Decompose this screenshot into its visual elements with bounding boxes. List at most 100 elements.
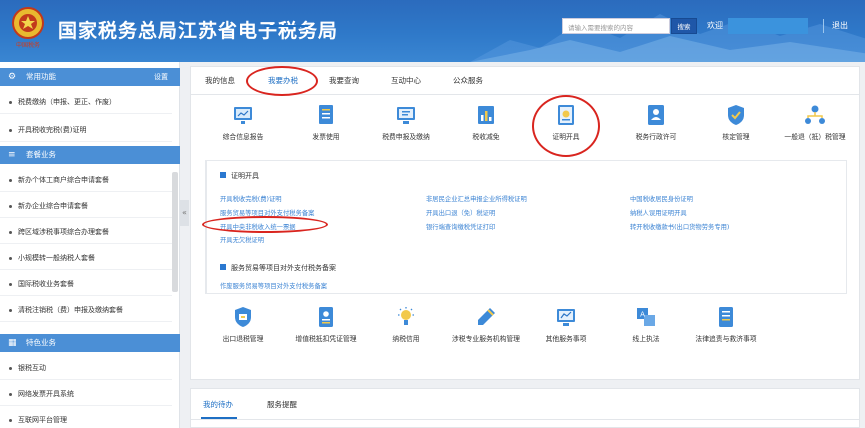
link-tax-certificate[interactable]: 开具税收完税(费)证明 bbox=[220, 194, 282, 203]
export-shield-icon bbox=[235, 307, 251, 327]
service-label: 线上执法 bbox=[632, 335, 660, 343]
sidebar-item-special[interactable]: 网络发票开具系统 bbox=[0, 382, 172, 406]
svg-text:A: A bbox=[640, 311, 645, 319]
sidebar-item-tax-payment[interactable]: 税费缴纳（申报、更正、作废） bbox=[0, 90, 172, 114]
link-export-refund-certificate[interactable]: 开具出口退（免）税证明 bbox=[426, 208, 495, 217]
search-input[interactable]: 请输入需要搜索的内容 bbox=[562, 18, 670, 34]
service-tax-credit[interactable]: 纳税信用 bbox=[362, 306, 450, 343]
tab-interaction[interactable]: 互动中心 bbox=[391, 75, 421, 86]
service-label: 税收减免 bbox=[472, 133, 500, 141]
service-label: 出口退税管理 bbox=[222, 335, 264, 343]
sidebar: ⚙ 常用功能 设置 税费缴纳（申报、更正、作废） 开具税收完税(费)证明 ≡ 套… bbox=[0, 62, 180, 428]
credit-lamp-icon bbox=[398, 307, 414, 325]
service-invoice[interactable]: 发票使用 bbox=[282, 104, 370, 141]
service-deduction-voucher[interactable]: 增值税抵扣凭证管理 bbox=[282, 306, 370, 343]
service-label: 综合信息报告 bbox=[222, 133, 264, 141]
link-bank-voucher-print[interactable]: 银行端查询缴税凭证打印 bbox=[426, 222, 495, 231]
tab-my-info[interactable]: 我的信息 bbox=[205, 75, 235, 86]
tab-query[interactable]: 我要查询 bbox=[329, 75, 359, 86]
sidebar-item-package[interactable]: 新办个体工商户综合申请套餐 bbox=[0, 168, 172, 192]
service-export-refund[interactable]: 出口退税管理 bbox=[199, 306, 287, 343]
sidebar-scrollbar[interactable] bbox=[172, 172, 178, 292]
monitor-declare-icon bbox=[397, 107, 415, 124]
service-label: 涉税专业服务机构管理 bbox=[452, 335, 520, 343]
report-screen-icon bbox=[234, 107, 252, 124]
user-name-mask bbox=[728, 18, 808, 34]
service-label: 一般退（抵）税管理 bbox=[784, 133, 846, 141]
link-tax-resident-certificate[interactable]: 中国税收居民身份证明 bbox=[630, 194, 693, 203]
tab-divider bbox=[191, 419, 859, 420]
service-admin-license[interactable]: 税务行政许可 bbox=[612, 104, 700, 141]
section-title-certificate: 证明开具 bbox=[220, 172, 259, 180]
tab-my-todo[interactable]: 我的待办 bbox=[203, 399, 233, 410]
tax-reduction-chart-icon bbox=[478, 106, 494, 124]
sidebar-item-special[interactable]: 互联网平台管理 bbox=[0, 408, 172, 428]
sidebar-item-package[interactable]: 新办企业综合申请套餐 bbox=[0, 194, 172, 218]
service-online-enforcement[interactable]: A 线上执法 bbox=[602, 306, 690, 343]
service-label: 法律追责与救济事项 bbox=[695, 335, 757, 343]
license-id-icon bbox=[648, 105, 664, 125]
service-tax-agency[interactable]: 涉税专业服务机构管理 bbox=[442, 306, 530, 343]
sidebar-head-special[interactable]: ▦ 特色业务 bbox=[0, 334, 180, 352]
link-nonresident-summary[interactable]: 非居民企业汇总申报企业所得税证明 bbox=[426, 194, 527, 203]
link-transfer-payment-book[interactable]: 转开税收缴款书(出口货物劳务专用) bbox=[630, 222, 729, 231]
service-label: 核定管理 bbox=[722, 133, 750, 141]
active-tab-indicator bbox=[264, 25, 308, 27]
service-label: 增值税抵扣凭证管理 bbox=[295, 335, 357, 343]
search-button[interactable]: 搜索 bbox=[671, 18, 697, 34]
invoice-document-icon bbox=[319, 105, 333, 124]
sidebar-head-label: 常用功能 bbox=[26, 72, 56, 81]
sidebar-item-package[interactable]: 国际税收业务套餐 bbox=[0, 272, 172, 296]
other-services-icon bbox=[557, 309, 575, 326]
sidebar-collapse-button[interactable]: « bbox=[180, 200, 189, 226]
section-title-service-trade: 服务贸易等项目对外支付税务备案 bbox=[220, 264, 336, 272]
service-tax-reduction[interactable]: 税收减免 bbox=[442, 104, 530, 141]
service-label: 发票使用 bbox=[312, 133, 340, 141]
service-label: 纳税信用 bbox=[392, 335, 420, 343]
link-void-service-trade-filing[interactable]: 作废服务贸易等项目对外支付税务备案 bbox=[220, 281, 327, 290]
tab-public-service[interactable]: 公众服务 bbox=[453, 75, 483, 86]
header-divider bbox=[823, 19, 824, 33]
gear-icon: ⚙ bbox=[8, 72, 17, 82]
verify-shield-icon bbox=[728, 105, 744, 125]
service-label: 其他服务事项 bbox=[545, 335, 587, 343]
service-other[interactable]: 其他服务事项 bbox=[522, 306, 610, 343]
annotation-circle-tab bbox=[246, 66, 318, 96]
sidebar-settings-link[interactable]: 设置 bbox=[154, 68, 168, 86]
svg-text:中国税务: 中国税务 bbox=[16, 41, 40, 49]
service-label: 税费申报及缴纳 bbox=[382, 133, 430, 141]
sidebar-head-label: 特色业务 bbox=[26, 338, 56, 347]
online-enforcement-icon: A bbox=[637, 308, 655, 326]
grid-icon: ▦ bbox=[8, 338, 17, 348]
sidebar-head-common[interactable]: ⚙ 常用功能 设置 bbox=[0, 68, 180, 86]
service-label: 税务行政许可 bbox=[635, 133, 677, 141]
sidebar-item-package[interactable]: 清税注销税（费）申报及缴纳套餐 bbox=[0, 298, 172, 322]
welcome-text: 欢迎 bbox=[707, 21, 723, 30]
sidebar-head-label: 套餐业务 bbox=[26, 150, 56, 159]
sidebar-head-packages[interactable]: ≡ 套餐业务 bbox=[0, 146, 180, 164]
tab-service-reminder[interactable]: 服务提醒 bbox=[267, 399, 297, 410]
deduction-id-icon bbox=[319, 307, 333, 327]
agency-pen-icon bbox=[478, 308, 495, 325]
sidebar-item-tax-certificate[interactable]: 开具税收完税(费)证明 bbox=[0, 118, 172, 142]
service-info-report[interactable]: 综合信息报告 bbox=[199, 104, 287, 141]
refund-network-icon bbox=[805, 105, 825, 124]
top-header: 中国税务 国家税务总局江苏省电子税务局 请输入需要搜索的内容 搜索 欢迎 退出 bbox=[0, 0, 865, 62]
exit-link[interactable]: 退出 bbox=[832, 20, 848, 31]
site-title: 国家税务总局江苏省电子税务局 bbox=[58, 20, 339, 42]
legal-book-icon bbox=[719, 307, 733, 327]
annotation-circle-certificate bbox=[532, 95, 600, 157]
tax-emblem-logo: 中国税务 bbox=[12, 7, 44, 49]
annotation-circle-link bbox=[202, 216, 328, 233]
link-misuse-certificate[interactable]: 纳税人误用证明开具 bbox=[630, 208, 687, 217]
layers-icon: ≡ bbox=[8, 150, 16, 160]
sidebar-item-package[interactable]: 小规模转一般纳税人套餐 bbox=[0, 246, 172, 270]
service-verify-manage[interactable]: 核定管理 bbox=[692, 104, 780, 141]
sidebar-item-special[interactable]: 银税互动 bbox=[0, 356, 172, 380]
todo-panel: 我的待办 服务提醒 bbox=[190, 388, 860, 428]
link-no-arrears-certificate[interactable]: 开具无欠税证明 bbox=[220, 235, 264, 244]
sidebar-item-package[interactable]: 跨区域涉税事项综合办理套餐 bbox=[0, 220, 172, 244]
service-legal-remedy[interactable]: 法律追责与救济事项 bbox=[682, 306, 770, 343]
service-refund[interactable]: 一般退（抵）税管理 bbox=[771, 104, 859, 141]
service-declare-pay[interactable]: 税费申报及缴纳 bbox=[362, 104, 450, 141]
